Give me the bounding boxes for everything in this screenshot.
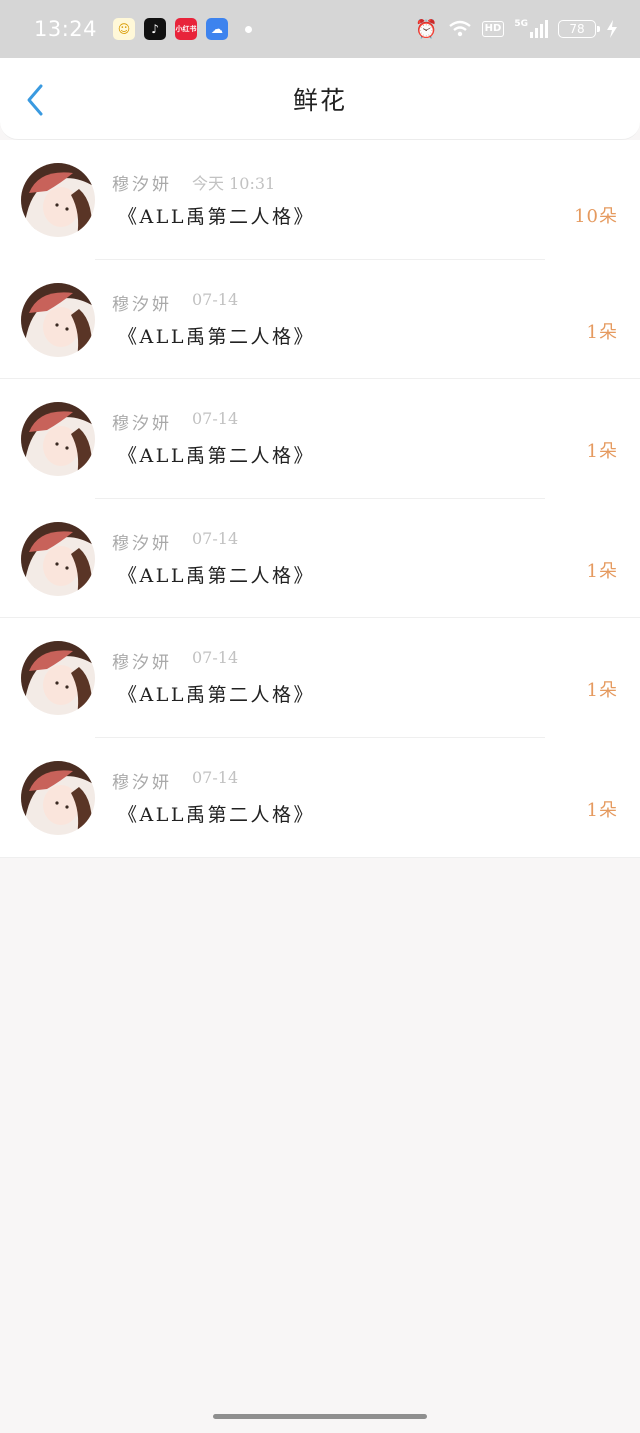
avatar-image xyxy=(21,521,95,596)
avatar[interactable] xyxy=(21,402,95,477)
hd-badge: HD xyxy=(481,21,505,37)
charging-icon xyxy=(607,20,617,38)
flower-count: 1朵 xyxy=(586,441,618,463)
flower-list: 穆汐妍 今天 10:31 《ALL禹第二人格》 10朵 穆汐妍 07-14 《A… xyxy=(0,140,640,858)
book-title: 《ALL禹第二人格》 xyxy=(118,803,315,826)
avatar[interactable] xyxy=(21,641,95,716)
meta-line: 穆汐妍 07-14 xyxy=(112,409,238,434)
notification-dot-icon xyxy=(245,25,253,33)
book-title: 《ALL禹第二人格》 xyxy=(118,564,315,587)
sender-name: 穆汐妍 xyxy=(112,175,172,195)
network-label: 5G xyxy=(514,19,528,29)
flower-item[interactable]: 穆汐妍 07-14 《ALL禹第二人格》 1朵 xyxy=(0,738,640,858)
flower-count: 10朵 xyxy=(574,206,618,227)
sender-name: 穆汐妍 xyxy=(112,414,172,435)
avatar[interactable] xyxy=(21,282,95,357)
avatar-image xyxy=(21,402,95,477)
avatar-image xyxy=(21,163,95,237)
flower-count: 1朵 xyxy=(586,799,618,821)
book-title: 《ALL禹第二人格》 xyxy=(118,325,315,348)
sender-name: 穆汐妍 xyxy=(112,653,172,674)
sender-name: 穆汐妍 xyxy=(112,533,172,554)
page-header: 鲜花 xyxy=(0,58,640,140)
wifi-icon xyxy=(448,20,471,37)
book-title: 《ALL禹第二人格》 xyxy=(118,684,315,707)
status-bar: 13:24 ☺ ♪ 小红书 ☁ ⏰ HD 5G 78 xyxy=(0,0,640,58)
send-time: 07-14 xyxy=(192,289,239,309)
avatar-image xyxy=(21,282,95,357)
xiaohongshu-icon: 小红书 xyxy=(175,18,198,40)
tiktok-icon: ♪ xyxy=(144,18,167,40)
alarm-icon: ⏰ xyxy=(415,18,438,40)
book-title: 《ALL禹第二人格》 xyxy=(118,206,315,228)
flower-item[interactable]: 穆汐妍 07-14 《ALL禹第二人格》 1朵 xyxy=(0,379,640,499)
send-time: 07-14 xyxy=(192,648,239,668)
meta-line: 穆汐妍 07-14 xyxy=(112,768,238,793)
flower-count: 1朵 xyxy=(586,560,618,582)
send-time: 今天 10:31 xyxy=(192,174,276,193)
send-time: 07-14 xyxy=(192,528,239,548)
flower-item[interactable]: 穆汐妍 07-14 《ALL禹第二人格》 1朵 xyxy=(0,499,640,619)
status-time: 13:24 xyxy=(34,17,98,41)
meta-line: 穆汐妍 07-14 xyxy=(112,290,238,315)
battery-indicator: 78 xyxy=(558,20,600,38)
send-time: 07-14 xyxy=(192,409,239,429)
sender-name: 穆汐妍 xyxy=(112,294,172,315)
status-right: ⏰ HD 5G 78 xyxy=(415,19,618,40)
avatar[interactable] xyxy=(21,163,95,237)
meta-line: 穆汐妍 07-14 xyxy=(112,648,238,673)
avatar-image xyxy=(21,760,95,835)
send-time: 07-14 xyxy=(192,767,239,787)
meta-line: 穆汐妍 今天 10:31 xyxy=(112,170,275,195)
cloud-icon: ☁ xyxy=(206,18,229,40)
divider xyxy=(0,856,640,858)
avatar[interactable] xyxy=(21,521,95,596)
flower-count: 1朵 xyxy=(586,680,618,702)
meta-line: 穆汐妍 07-14 xyxy=(112,529,238,554)
sender-name: 穆汐妍 xyxy=(112,772,172,793)
book-title: 《ALL禹第二人格》 xyxy=(118,445,315,468)
flower-item[interactable]: 穆汐妍 07-14 《ALL禹第二人格》 1朵 xyxy=(0,618,640,738)
avatar[interactable] xyxy=(21,760,95,835)
avatar-image xyxy=(21,641,95,716)
home-indicator[interactable] xyxy=(213,1414,427,1419)
gaode-icon: ☺ xyxy=(113,18,136,40)
flower-count: 1朵 xyxy=(586,321,618,343)
flower-item[interactable]: 穆汐妍 07-14 《ALL禹第二人格》 1朵 xyxy=(0,260,640,380)
signal-icon: 5G xyxy=(514,20,548,38)
flower-item[interactable]: 穆汐妍 今天 10:31 《ALL禹第二人格》 10朵 xyxy=(0,140,640,260)
page-title: 鲜花 xyxy=(292,86,347,115)
